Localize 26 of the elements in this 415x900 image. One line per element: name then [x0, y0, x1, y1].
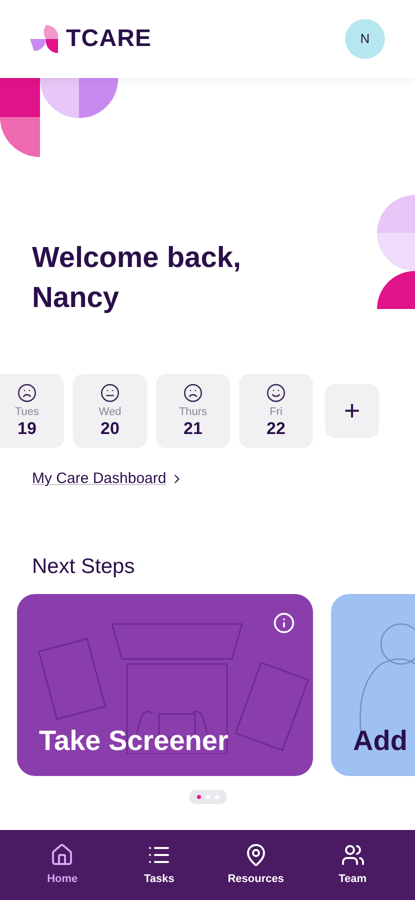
- step-title: Add: [353, 724, 408, 758]
- nav-tab[interactable]: Team: [312, 842, 393, 888]
- step-card[interactable]: Take Screener: [17, 594, 313, 776]
- welcome-heading: Welcome back, Nancy: [32, 241, 242, 316]
- nav-tab[interactable]: Tasks: [119, 842, 200, 888]
- section-title: Next Steps: [31, 554, 136, 580]
- logo-icon: [30, 25, 60, 53]
- nav-tab[interactable]: Resources: [216, 842, 296, 888]
- info-icon[interactable]: [273, 612, 295, 634]
- face-icon: [183, 383, 203, 403]
- day-card[interactable]: Fri 22: [239, 374, 313, 448]
- face-icon: [266, 383, 286, 403]
- brand-name: TCARE: [66, 24, 152, 54]
- avatar-button[interactable]: N: [345, 19, 385, 59]
- day-card[interactable]: Tues 19: [0, 374, 64, 448]
- face-icon: [100, 383, 120, 403]
- add-button[interactable]: +: [325, 384, 379, 438]
- face-icon: [17, 383, 37, 403]
- step-title: Take Screener: [39, 724, 228, 758]
- team-icon: [340, 842, 365, 867]
- home-icon: [50, 842, 74, 867]
- day-card[interactable]: Thurs 21: [156, 374, 230, 448]
- day-card[interactable]: Wed 20: [73, 374, 147, 448]
- dashboard-link[interactable]: My Care Dashboard: [32, 468, 166, 490]
- step-card[interactable]: Add: [331, 594, 415, 776]
- nav-tab[interactable]: Home: [22, 842, 102, 888]
